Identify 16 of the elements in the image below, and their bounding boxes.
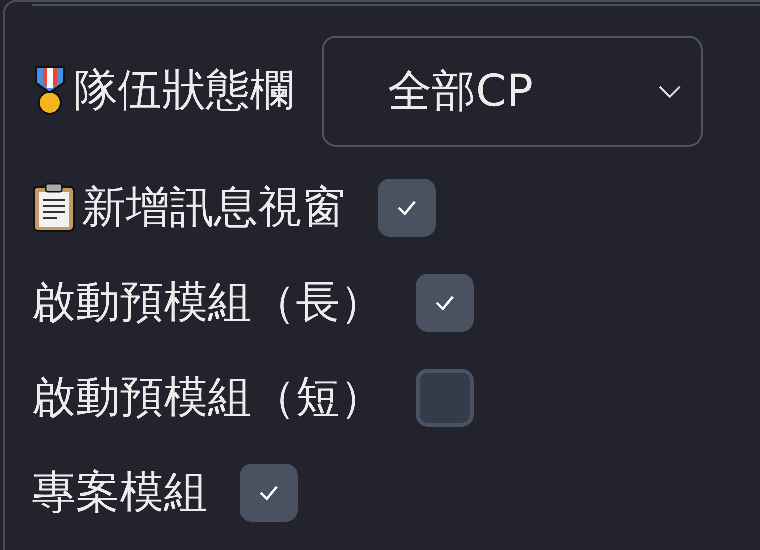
checkbox[interactable] [240, 464, 298, 522]
checkmark-icon [259, 485, 279, 501]
checkbox[interactable] [416, 369, 474, 427]
setting-label: 啟動預模組（長） [32, 276, 384, 330]
setting-label: 隊伍狀態欄 [74, 65, 294, 118]
setting-label: 專案模組 [32, 466, 208, 520]
dropdown[interactable]: 全部CP [322, 36, 703, 147]
setting-label: 啟動預模組（短） [32, 372, 384, 424]
chevron-down-icon [659, 86, 681, 98]
checkbox[interactable] [378, 179, 436, 237]
setting-label: 新增訊息視窗 [82, 182, 346, 234]
clipboard-icon [32, 182, 76, 233]
checkbox[interactable] [416, 274, 474, 332]
checkmark-icon [397, 200, 417, 216]
medal-icon [32, 65, 68, 118]
checkmark-icon [435, 295, 455, 311]
